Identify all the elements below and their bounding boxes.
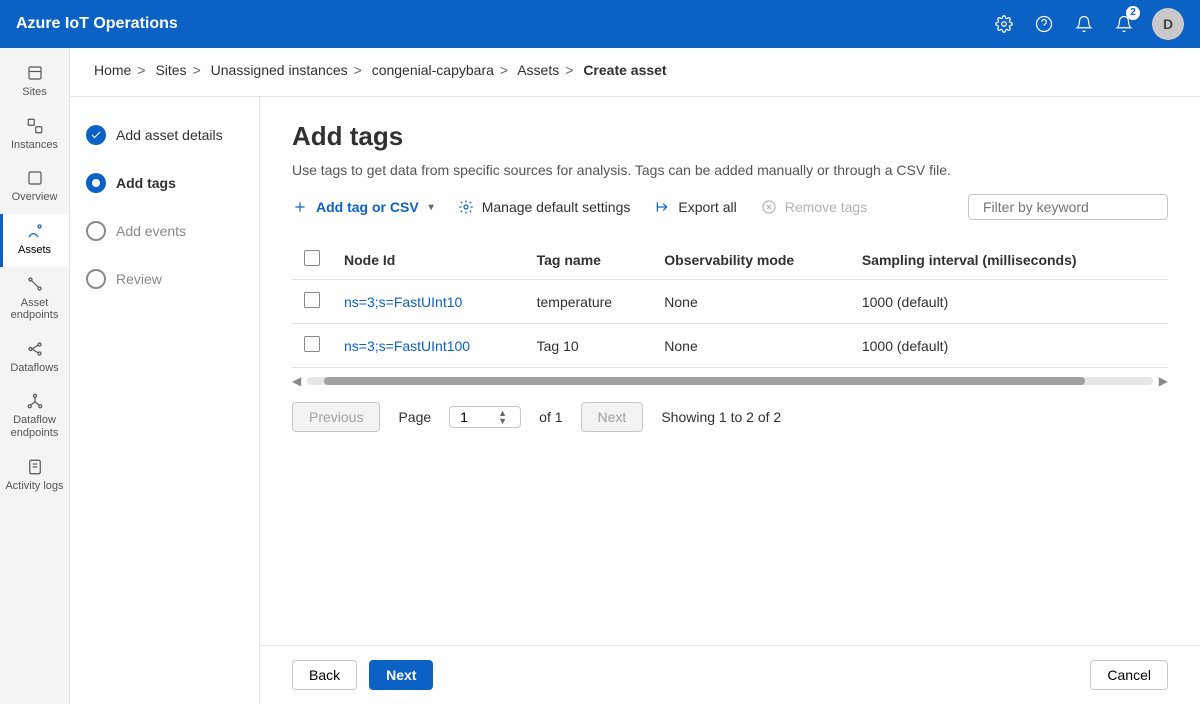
cell-obs: None xyxy=(652,280,850,324)
tags-table: Node Id Tag name Observability mode Samp… xyxy=(292,240,1168,368)
crumb-current: Create asset xyxy=(583,62,666,78)
remove-tags-button: Remove tags xyxy=(761,199,867,215)
settings-icon[interactable] xyxy=(984,0,1024,48)
step-asset-details[interactable]: Add asset details xyxy=(86,125,247,145)
crumb-unassigned[interactable]: Unassigned instances xyxy=(211,62,348,78)
cell-samp: 1000 (default) xyxy=(850,324,1156,368)
current-step-icon xyxy=(86,173,106,193)
nav-assets[interactable]: Assets xyxy=(0,214,69,267)
page-label: Page xyxy=(398,409,431,425)
col-tag-name[interactable]: Tag name xyxy=(525,240,653,280)
back-button[interactable]: Back xyxy=(292,660,357,690)
plus-icon xyxy=(292,199,308,215)
scroll-right-icon[interactable]: ▶ xyxy=(1159,374,1168,388)
row-checkbox[interactable] xyxy=(304,336,320,352)
page-subtitle: Use tags to get data from specific sourc… xyxy=(292,162,1168,178)
cell-tag: Tag 10 xyxy=(525,324,653,368)
page-down-icon[interactable]: ▼ xyxy=(498,417,507,425)
manage-defaults-button[interactable]: Manage default settings xyxy=(458,199,631,215)
nav-dataflow-endpoints[interactable]: Dataflow endpoints xyxy=(0,384,69,449)
nav-instances[interactable]: Instances xyxy=(0,109,69,162)
pending-step-icon xyxy=(86,221,106,241)
scroll-left-icon[interactable]: ◀ xyxy=(292,374,301,388)
nav-activity-logs[interactable]: Activity logs xyxy=(0,450,69,503)
cell-obs: None xyxy=(652,324,850,368)
filter-field[interactable] xyxy=(968,194,1168,220)
node-link[interactable]: ns=3;s=FastUInt10 xyxy=(344,294,462,310)
next-button[interactable]: Next xyxy=(369,660,433,690)
table-row: ns=3;s=FastUInt100 Tag 10 None 1000 (def… xyxy=(292,324,1168,368)
page-input-wrap[interactable]: ▲▼ xyxy=(449,406,521,428)
previous-button: Previous xyxy=(292,402,380,432)
cell-samp: 1000 (default) xyxy=(850,280,1156,324)
crumb-home[interactable]: Home xyxy=(94,62,131,78)
scroll-thumb[interactable] xyxy=(324,377,1085,385)
page-input[interactable] xyxy=(460,409,490,425)
avatar[interactable]: D xyxy=(1152,8,1184,40)
horizontal-scrollbar[interactable]: ◀ ▶ xyxy=(292,374,1168,388)
export-all-button[interactable]: Export all xyxy=(654,199,736,215)
select-all-checkbox[interactable] xyxy=(304,250,320,266)
remove-icon xyxy=(761,199,777,215)
col-sampling[interactable]: Sampling interval (milliseconds) xyxy=(850,240,1156,280)
toolbar: Add tag or CSV ▾ Manage default settings… xyxy=(292,194,1168,220)
gear-icon xyxy=(458,199,474,215)
chevron-down-icon: ▾ xyxy=(429,202,434,213)
check-icon xyxy=(86,125,106,145)
footer: Back Next Cancel xyxy=(260,645,1200,704)
help-icon[interactable] xyxy=(1024,0,1064,48)
col-queue[interactable]: Qu xyxy=(1156,240,1168,280)
pager: Previous Page ▲▼ of 1 Next Showing 1 to … xyxy=(292,402,1168,432)
node-link[interactable]: ns=3;s=FastUInt100 xyxy=(344,338,470,354)
brand: Azure IoT Operations xyxy=(16,15,178,33)
row-checkbox[interactable] xyxy=(304,292,320,308)
cell-tag: temperature xyxy=(525,280,653,324)
nav-dataflows[interactable]: Dataflows xyxy=(0,332,69,385)
crumb-instance[interactable]: congenial-capybara xyxy=(372,62,494,78)
bell-icon[interactable] xyxy=(1064,0,1104,48)
nav-asset-endpoints[interactable]: Asset endpoints xyxy=(0,267,69,332)
cancel-button[interactable]: Cancel xyxy=(1090,660,1168,690)
col-node-id[interactable]: Node Id xyxy=(332,240,525,280)
left-nav: Sites Instances Overview Assets Asset en… xyxy=(0,48,70,704)
table-row: ns=3;s=FastUInt10 temperature None 1000 … xyxy=(292,280,1168,324)
notifications-icon[interactable]: 2 xyxy=(1104,0,1144,48)
page-title: Add tags xyxy=(292,121,1168,152)
add-tag-button[interactable]: Add tag or CSV ▾ xyxy=(292,199,434,215)
crumb-sites[interactable]: Sites xyxy=(155,62,186,78)
topbar: Azure IoT Operations 2 D xyxy=(0,0,1200,48)
next-page-button: Next xyxy=(581,402,644,432)
pending-step-icon xyxy=(86,269,106,289)
page-of: of 1 xyxy=(539,409,562,425)
step-rail: Add asset details Add tags Add events Re… xyxy=(70,97,260,704)
crumb-assets[interactable]: Assets xyxy=(517,62,559,78)
nav-sites[interactable]: Sites xyxy=(0,56,69,109)
step-review[interactable]: Review xyxy=(86,269,247,289)
breadcrumb: Home> Sites> Unassigned instances> conge… xyxy=(70,48,1200,97)
export-icon xyxy=(654,199,670,215)
col-observability[interactable]: Observability mode xyxy=(652,240,850,280)
step-add-events[interactable]: Add events xyxy=(86,221,247,241)
cell-q: 1 ( xyxy=(1156,324,1168,368)
showing-text: Showing 1 to 2 of 2 xyxy=(661,409,781,425)
filter-input[interactable] xyxy=(983,199,1164,215)
step-add-tags[interactable]: Add tags xyxy=(86,173,247,193)
nav-overview[interactable]: Overview xyxy=(0,161,69,214)
cell-q: 1 ( xyxy=(1156,280,1168,324)
notification-badge: 2 xyxy=(1126,6,1140,20)
